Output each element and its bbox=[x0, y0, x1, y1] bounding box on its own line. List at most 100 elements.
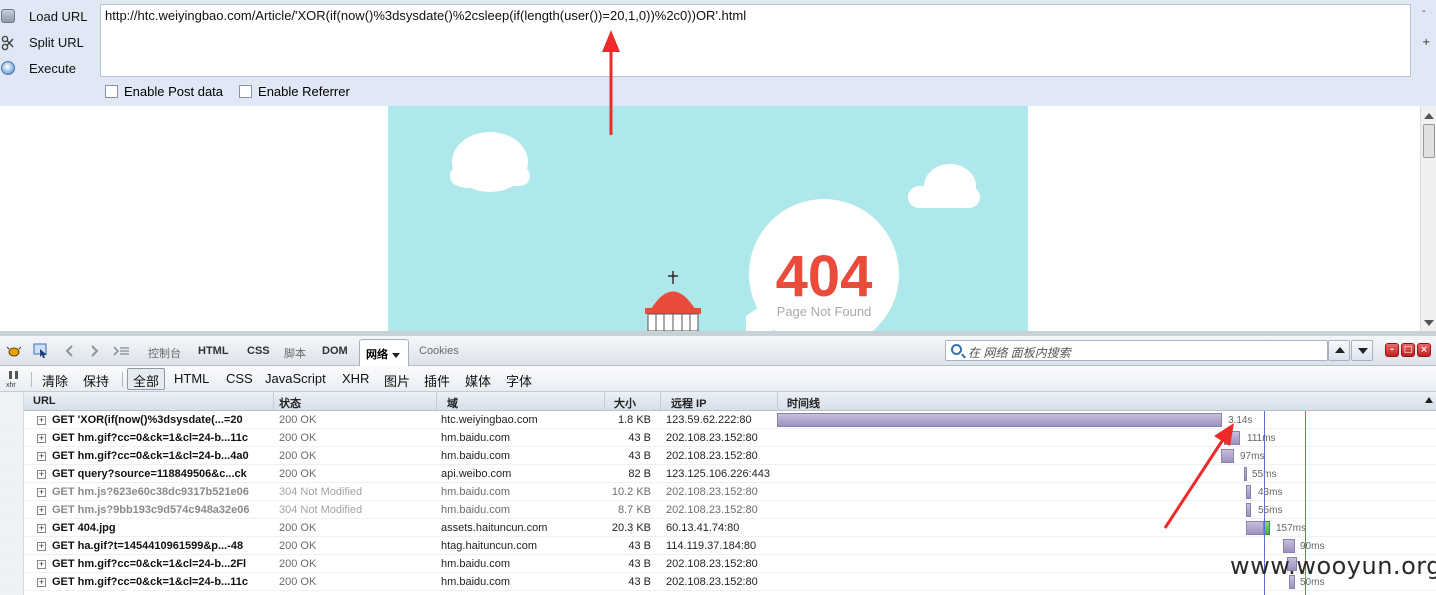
request-ip: 202.108.23.152:80 bbox=[666, 504, 758, 516]
filter-xhr[interactable]: XHR bbox=[342, 371, 369, 386]
table-row[interactable]: + GET hm.gif?cc=0&ck=1&cl=24-b...4a0 200… bbox=[0, 447, 1436, 465]
table-row[interactable]: + GET hm.gif?cc=0&ck=1&cl=24-b...2Fl 200… bbox=[0, 555, 1436, 573]
filter-css[interactable]: CSS bbox=[226, 371, 253, 386]
request-ip: 123.125.106.226:443 bbox=[666, 468, 770, 480]
close-icon[interactable]: × bbox=[1417, 343, 1431, 357]
table-row[interactable]: + GET 'XOR(if(now()%3dsysdate(...=20 200… bbox=[0, 411, 1436, 429]
expand-icon[interactable]: + bbox=[37, 470, 46, 479]
scroll-up-arrow-icon[interactable] bbox=[1424, 113, 1434, 119]
column-divider[interactable] bbox=[604, 392, 605, 411]
grow-button[interactable]: + bbox=[1422, 37, 1430, 48]
table-row[interactable]: + GET hm.gif?cc=0&ck=1&cl=24-b...11c 200… bbox=[0, 573, 1436, 591]
expand-icon[interactable]: + bbox=[37, 416, 46, 425]
table-row[interactable]: + GET ha.gif?t=1454410961599&p...-48 200… bbox=[0, 537, 1436, 555]
expand-icon[interactable]: + bbox=[37, 506, 46, 515]
expand-icon[interactable]: + bbox=[37, 488, 46, 497]
filter-plugins[interactable]: 插件 bbox=[424, 371, 450, 390]
tab-html[interactable]: HTML bbox=[198, 345, 229, 357]
timeline-bar bbox=[1224, 431, 1240, 445]
search-next-button[interactable] bbox=[1351, 340, 1373, 361]
expand-icon[interactable]: + bbox=[37, 524, 46, 533]
scroll-thumb[interactable] bbox=[1423, 124, 1435, 158]
table-row[interactable]: + GET hm.gif?cc=0&ck=1&cl=24-b...11c 200… bbox=[0, 429, 1436, 447]
table-row[interactable]: + GET 404.jpg 200 OK assets.haituncun.co… bbox=[0, 519, 1436, 537]
table-row[interactable]: + GET query?source=118849506&c...ck 200 … bbox=[0, 465, 1436, 483]
forward-arrow-icon[interactable] bbox=[86, 343, 102, 359]
request-url: GET hm.gif?cc=0&ck=1&cl=24-b...2Fl bbox=[52, 558, 247, 570]
persist-button[interactable]: 保持 bbox=[83, 371, 109, 390]
column-divider[interactable] bbox=[777, 392, 778, 411]
timeline-duration: 111ms bbox=[1247, 433, 1276, 444]
back-arrow-icon[interactable] bbox=[62, 343, 78, 359]
execute-button[interactable]: Execute bbox=[0, 57, 100, 79]
hackbar-options: Enable Post data Enable Referrer bbox=[105, 84, 366, 99]
inspect-element-icon[interactable] bbox=[33, 343, 49, 359]
column-url[interactable]: URL bbox=[33, 395, 56, 407]
request-url: GET 'XOR(if(now()%3dsysdate(...=20 bbox=[52, 414, 243, 426]
filter-html[interactable]: HTML bbox=[174, 371, 209, 386]
tab-net[interactable]: 网络 bbox=[359, 339, 409, 366]
request-ip: 202.108.23.152:80 bbox=[666, 486, 758, 498]
request-ip: 123.59.62.222:80 bbox=[666, 414, 752, 426]
table-row[interactable]: + GET hm.js?623e60c38dc9317b521e06 304 N… bbox=[0, 483, 1436, 501]
xhr-break-icon[interactable]: xhr bbox=[6, 370, 22, 389]
filter-fonts[interactable]: 字体 bbox=[506, 371, 532, 390]
clear-button[interactable]: 清除 bbox=[42, 371, 68, 390]
shrink-button[interactable]: - bbox=[1422, 6, 1426, 17]
split-url-button[interactable]: Split URL bbox=[0, 31, 100, 53]
sort-arrow-icon[interactable] bbox=[1425, 397, 1433, 403]
table-row[interactable]: + GET hm.js?9bb193c9d574c948a32e06 304 N… bbox=[0, 501, 1436, 519]
request-url: GET hm.js?9bb193c9d574c948a32e06 bbox=[52, 504, 250, 516]
request-size: 43 B bbox=[628, 450, 651, 462]
filter-media[interactable]: 媒体 bbox=[465, 371, 491, 390]
request-domain: htc.weiyingbao.com bbox=[441, 414, 538, 426]
request-url: GET query?source=118849506&c...ck bbox=[52, 468, 247, 480]
command-line-icon[interactable] bbox=[112, 343, 129, 359]
tab-script[interactable]: 脚本 bbox=[284, 345, 306, 361]
request-domain: hm.baidu.com bbox=[441, 486, 511, 498]
page-scrollbar[interactable] bbox=[1420, 106, 1436, 331]
search-prev-button[interactable] bbox=[1328, 340, 1350, 361]
post-data-option[interactable]: Enable Post data bbox=[105, 84, 223, 99]
request-status: 200 OK bbox=[279, 468, 317, 480]
expand-icon[interactable]: + bbox=[37, 434, 46, 443]
filter-images[interactable]: 图片 bbox=[384, 371, 410, 390]
scroll-down-arrow-icon[interactable] bbox=[1424, 320, 1434, 326]
tab-cookies[interactable]: Cookies bbox=[419, 345, 459, 357]
minimize-icon[interactable]: - bbox=[1385, 343, 1399, 357]
timeline-bar bbox=[1283, 539, 1295, 553]
tab-net-label: 网络 bbox=[366, 349, 388, 361]
column-domain[interactable]: 域 bbox=[447, 395, 458, 411]
tab-console[interactable]: 控制台 bbox=[148, 345, 181, 361]
request-status: 200 OK bbox=[279, 576, 317, 588]
expand-icon[interactable]: + bbox=[37, 578, 46, 587]
detach-icon[interactable]: □ bbox=[1401, 343, 1415, 357]
column-timeline[interactable]: 时间线 bbox=[787, 395, 820, 411]
request-ip: 60.13.41.74:80 bbox=[666, 522, 740, 534]
post-data-checkbox[interactable] bbox=[105, 85, 118, 98]
page-viewport: 404 Page Not Found bbox=[0, 106, 1436, 331]
column-divider[interactable] bbox=[436, 392, 437, 411]
filter-all[interactable]: 全部 bbox=[133, 371, 159, 390]
request-size: 1.8 KB bbox=[617, 414, 651, 426]
url-textarea[interactable]: http://htc.weiyingbao.com/Article/'XOR(i… bbox=[100, 4, 1411, 77]
request-domain: hm.baidu.com bbox=[441, 450, 511, 462]
filter-javascript[interactable]: JavaScript bbox=[265, 371, 326, 386]
firebug-bug-icon[interactable] bbox=[6, 343, 22, 359]
load-url-button[interactable]: Load URL bbox=[0, 5, 100, 27]
panel-search-input[interactable]: 在 网络 面板内搜索 bbox=[945, 340, 1328, 361]
column-status[interactable]: 状态 bbox=[279, 395, 301, 411]
column-divider[interactable] bbox=[273, 392, 274, 411]
column-size[interactable]: 大小 bbox=[614, 395, 636, 411]
referrer-option[interactable]: Enable Referrer bbox=[239, 84, 350, 99]
expand-icon[interactable]: + bbox=[37, 452, 46, 461]
column-divider[interactable] bbox=[660, 392, 661, 411]
referrer-checkbox[interactable] bbox=[239, 85, 253, 98]
column-remote-ip[interactable]: 远程 IP bbox=[671, 395, 706, 411]
tab-dom[interactable]: DOM bbox=[322, 345, 348, 357]
expand-icon[interactable]: + bbox=[37, 560, 46, 569]
chevron-down-icon[interactable] bbox=[392, 352, 400, 358]
expand-icon[interactable]: + bbox=[37, 542, 46, 551]
cloud-left bbox=[450, 132, 530, 192]
tab-css[interactable]: CSS bbox=[247, 345, 270, 357]
